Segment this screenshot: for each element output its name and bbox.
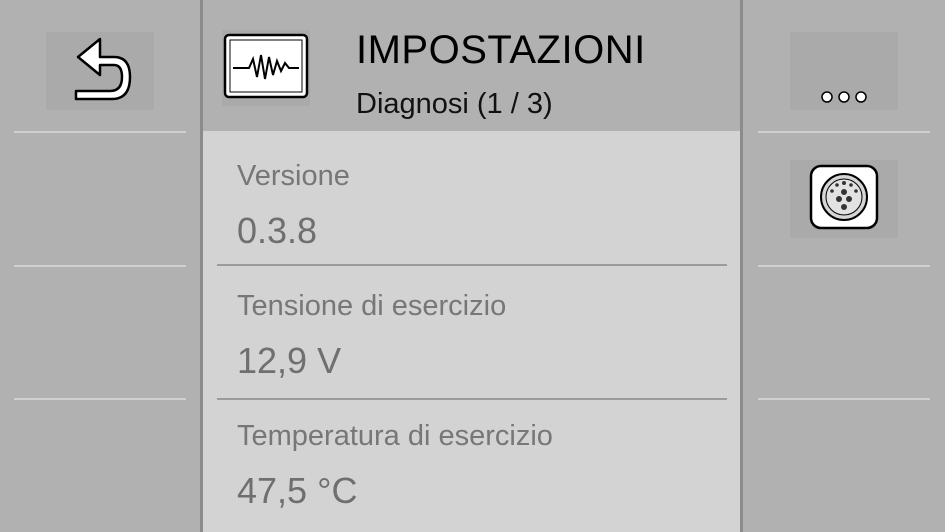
connector-plug-icon [809, 164, 879, 235]
connector-button[interactable] [790, 160, 898, 238]
more-button[interactable] [790, 32, 898, 110]
version-value: 0.3.8 [237, 210, 318, 251]
right-divider [740, 0, 743, 532]
more-dots-icon [820, 90, 868, 109]
diagnosis-icon-box [222, 30, 310, 106]
right-separator [758, 265, 930, 267]
version-label: Versione [237, 160, 350, 192]
right-separator [758, 131, 930, 133]
temperature-label: Temperatura di esercizio [237, 420, 553, 452]
left-separator [14, 131, 186, 133]
page-title: IMPOSTAZIONI [356, 28, 646, 72]
left-separator [14, 398, 186, 400]
left-separator [14, 265, 186, 267]
voltage-label: Tensione di esercizio [237, 290, 507, 322]
right-separator [758, 398, 930, 400]
row-separator [217, 264, 727, 266]
back-button[interactable] [46, 32, 154, 110]
voltage-value: 12,9 V [237, 340, 342, 381]
back-arrow-icon [64, 33, 136, 110]
heartbeat-monitor-icon [223, 33, 309, 104]
row-separator [217, 398, 727, 400]
temperature-value: 47,5 °C [237, 470, 358, 511]
page-subtitle: Diagnosi (1 / 3) [356, 88, 553, 120]
